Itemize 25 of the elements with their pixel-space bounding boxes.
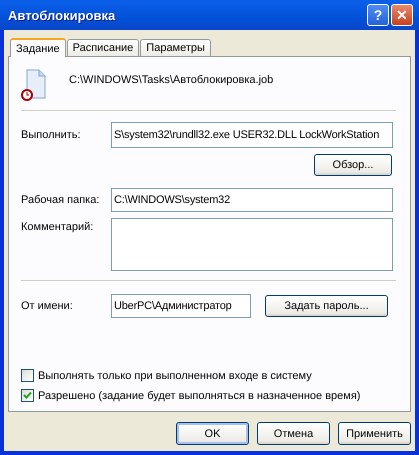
dialog-button[interactable]: Применить — [338, 422, 411, 445]
dialog-button[interactable]: OK — [176, 422, 249, 445]
run-label: Выполнить: — [21, 129, 82, 141]
comment-field[interactable] — [111, 218, 393, 271]
run-as-label: От имени: — [21, 300, 74, 312]
tab[interactable]: Задание — [10, 38, 66, 57]
help-button[interactable]: ? — [367, 4, 389, 26]
scheduled-file-icon — [21, 69, 47, 101]
working-folder-field[interactable]: C:\WINDOWS\system32 — [111, 188, 393, 212]
browse-button[interactable]: Обзор... — [314, 154, 392, 176]
checkbox[interactable] — [21, 369, 34, 382]
set-password-button[interactable]: Задать пароль... — [265, 295, 388, 317]
run-as-field[interactable]: UberPC\Администратор — [111, 294, 251, 318]
option-label: Выполнять только при выполненном входе в систему — [38, 370, 312, 382]
working-folder-label: Рабочая папка: — [21, 194, 100, 206]
tab[interactable]: Параметры — [140, 39, 211, 56]
file-path: C:\WINDOWS\Tasks\Автоблокировка.job — [69, 74, 274, 86]
option-label: Разрешено (задание будет выполняться в назначенное время) — [38, 390, 360, 402]
run-field[interactable]: S\system32\rundll32.exe USER32.DLL LockWorkStation — [111, 122, 393, 148]
close-button[interactable]: ✕ — [391, 4, 413, 26]
dialog-button[interactable]: Отмена — [257, 422, 330, 445]
comment-label: Комментарий: — [21, 221, 94, 233]
window-title: Автоблокировка — [8, 8, 116, 22]
tab[interactable]: Расписание — [66, 39, 140, 56]
checkbox[interactable] — [21, 389, 34, 402]
